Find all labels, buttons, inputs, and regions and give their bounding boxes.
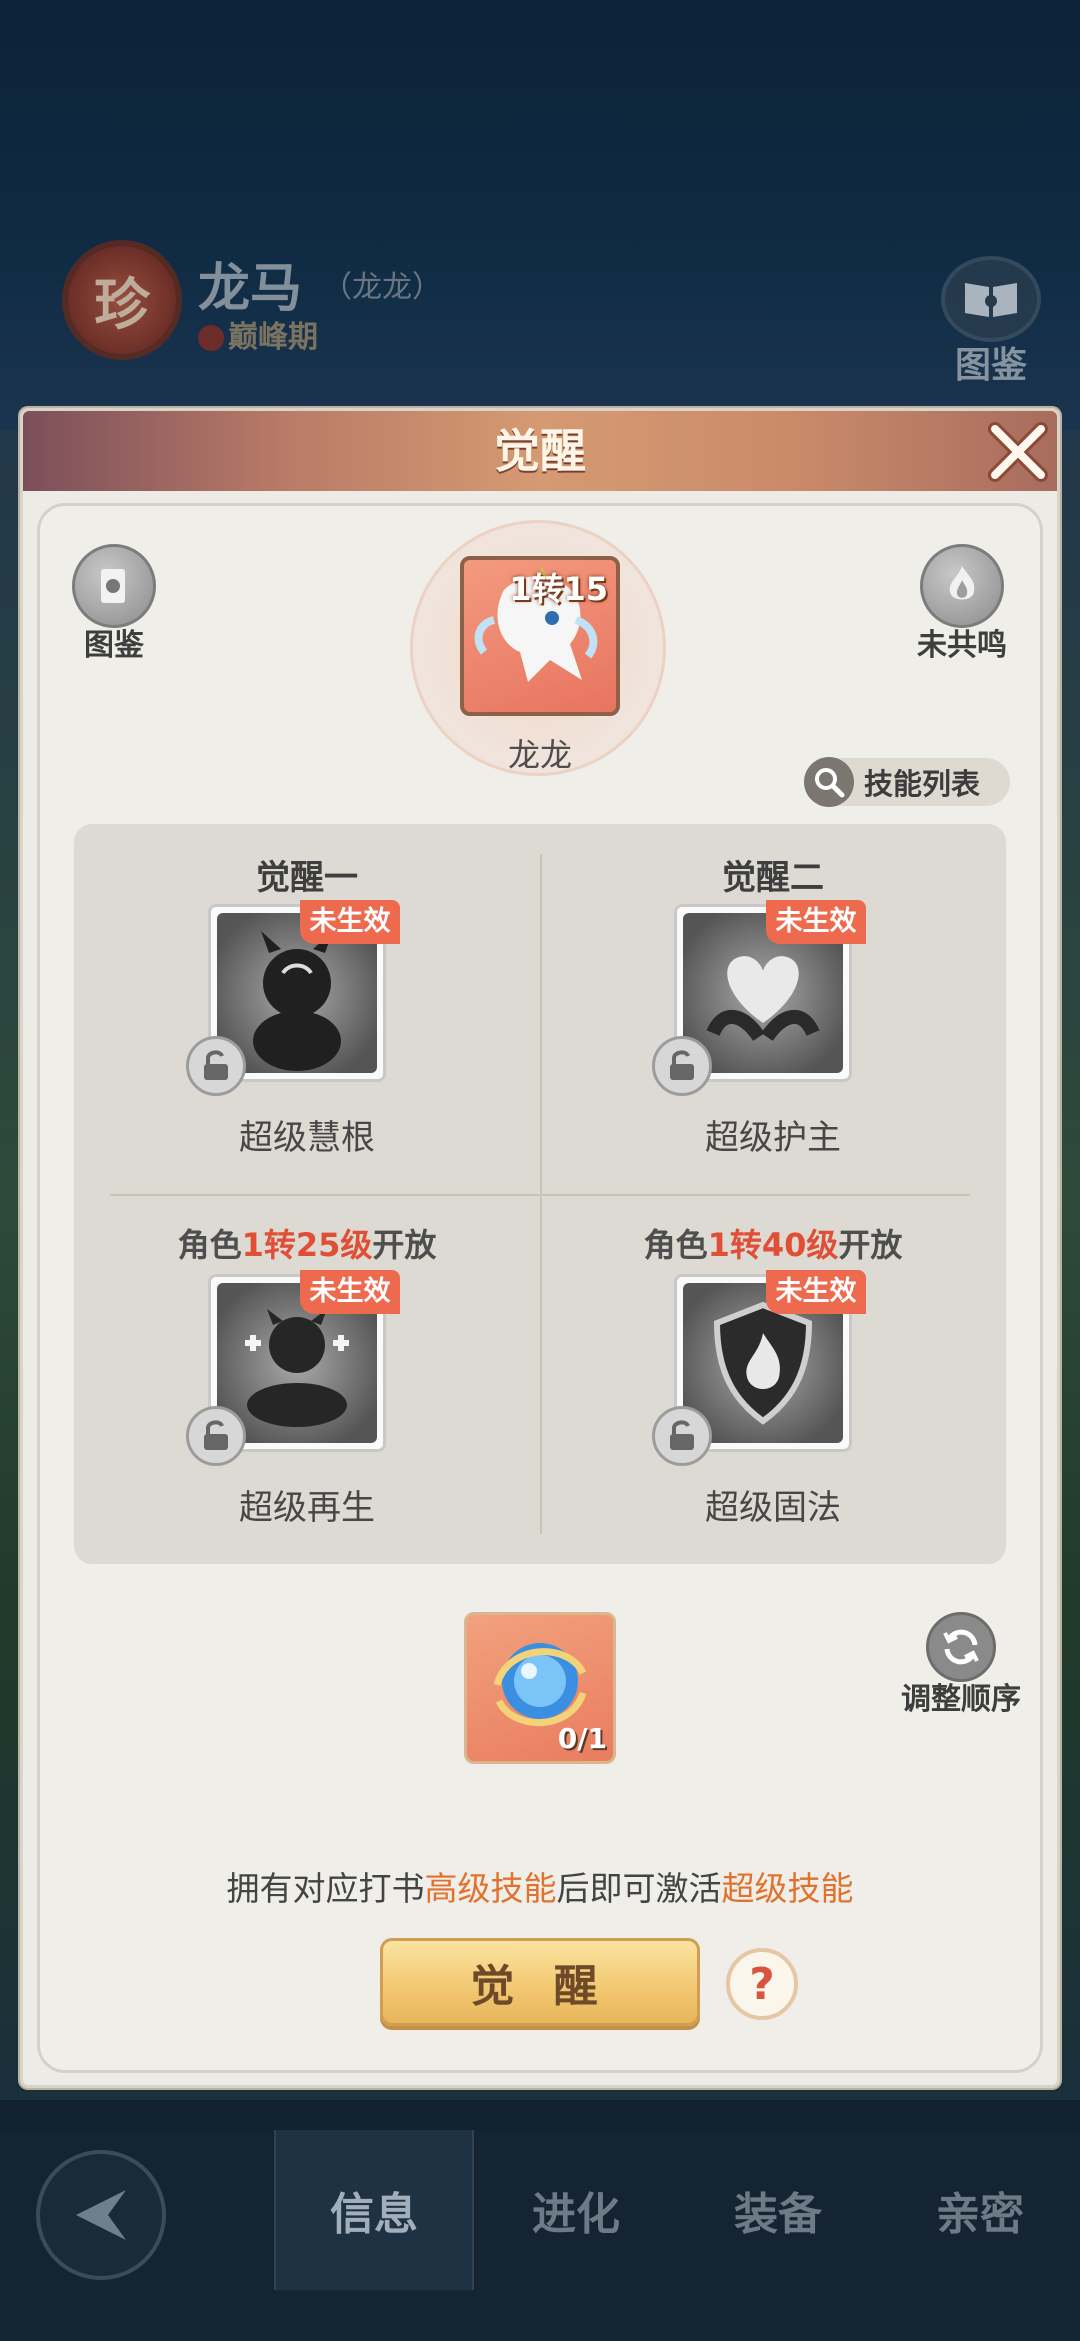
pet-name: 龙龙 [507,736,572,774]
awaken-slot-1[interactable]: 觉醒一 未生效 超级慧根 [74,824,540,1194]
back-compass-button [36,2150,166,2280]
codex-label: 图鉴 [84,628,144,663]
skill-list-button[interactable]: 技能列表 [804,757,1010,807]
rarity-badge: 珍 [62,240,182,360]
awaken-slot-3[interactable]: 角色1转25级开放 未生效 超级再生 [74,1194,540,1564]
tab-equip: 装备 [734,2189,822,2240]
codex-label-background: 图鉴 [954,345,1027,386]
pet-level: 1转15 [509,570,608,608]
skill-name: 超级再生 [239,1488,375,1528]
item-count: 0/1 [557,1722,607,1755]
background-top [0,0,1080,430]
compass-arrow-icon [76,2190,126,2240]
awaken-slot-grid: 觉醒一 未生效 超级慧根 觉醒二 未生效 超级护主 角色1转25级开放 未生效 … [74,824,1006,1564]
pet-stage: 巅峰期 [198,312,318,356]
codex-button[interactable]: 图鉴 [54,544,174,664]
status-badge: 未生效 [766,900,866,944]
tab-intimacy: 亲密 [936,2189,1024,2240]
lock-open-icon [652,1406,712,1466]
status-badge: 未生效 [300,1270,400,1314]
resonance-button[interactable]: 未共鸣 [902,544,1022,664]
reorder-label: 调整顺序 [901,1682,1021,1717]
pet-avatar[interactable]: 1转15 [460,556,620,716]
close-button[interactable] [983,417,1053,487]
lock-open-icon [186,1036,246,1096]
modal-title: 觉醒 [494,424,586,478]
status-badge: 未生效 [766,1270,866,1314]
codex-button-background: 图鉴 [936,256,1046,386]
activation-hint: 拥有对应打书高级技能后即可激活超级技能 [226,1869,854,1908]
book-icon [941,256,1041,342]
skill-list-label: 技能列表 [864,767,981,801]
awaken-slot-4[interactable]: 角色1转40级开放 未生效 超级固法 [540,1194,1006,1564]
tab-evolve: 进化 [532,2189,620,2240]
reorder-button[interactable]: 调整顺序 [896,1612,1026,1718]
close-icon [988,422,1048,482]
slot-header: 觉醒一 [256,858,358,898]
status-badge: 未生效 [300,900,400,944]
slot-unlock-requirement: 角色1转25级开放 [177,1226,437,1264]
awaken-button[interactable]: 觉 醒 [380,1938,700,2026]
awaken-slot-2[interactable]: 觉醒二 未生效 超级护主 [540,824,1006,1194]
lock-open-icon [186,1406,246,1466]
resonance-label: 未共鸣 [917,628,1007,663]
slot-unlock-requirement: 角色1转40级开放 [643,1226,903,1264]
tab-info: 信息 [274,2130,474,2290]
pet-title: 龙马 [198,259,303,319]
skill-name: 超级固法 [705,1488,841,1528]
skill-name: 超级护主 [705,1118,841,1158]
search-icon [804,757,854,807]
awaken-item[interactable]: 0/1 [464,1612,616,1764]
help-button[interactable]: ? [726,1948,798,2020]
lock-open-icon [652,1036,712,1096]
slot-header: 觉醒二 [722,858,824,898]
stage-icon [198,325,224,351]
pet-stage-label: 巅峰期 [228,320,318,355]
resonance-flame-icon [920,544,1004,628]
codex-icon [72,544,156,628]
skill-name: 超级慧根 [239,1118,375,1158]
pet-alias: （龙龙） [322,270,442,305]
refresh-icon [926,1612,996,1682]
